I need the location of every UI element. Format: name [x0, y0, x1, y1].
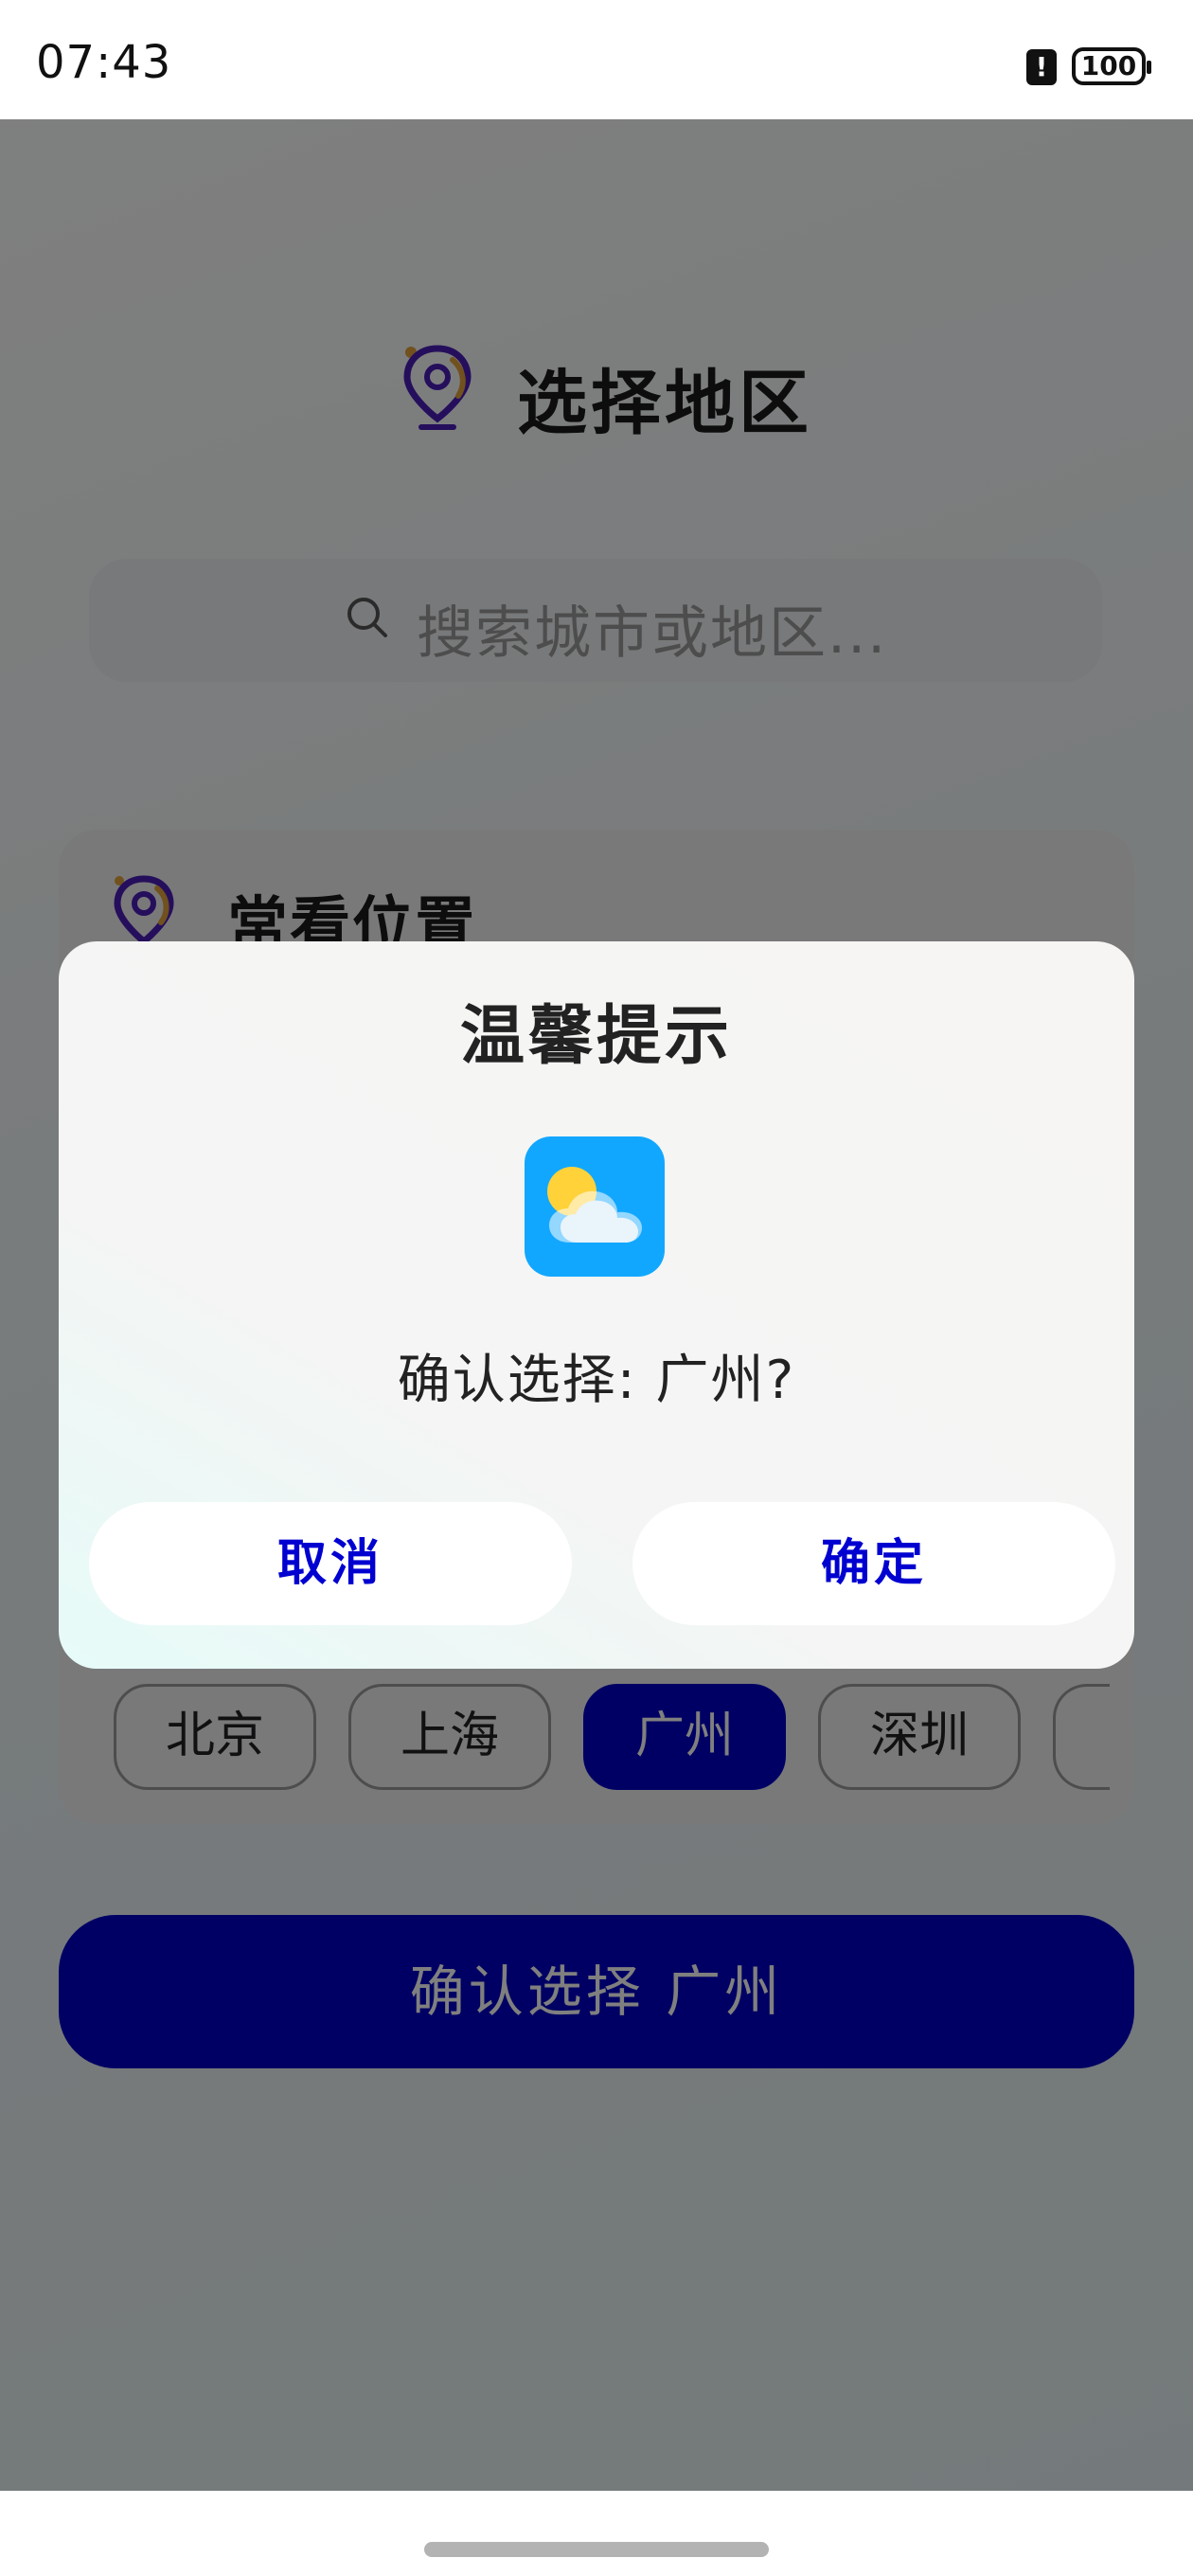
- dialog-message: 确认选择: 广州?: [397, 1350, 796, 1411]
- cancel-button[interactable]: 取消: [89, 1502, 572, 1625]
- weather-app-icon: [525, 1136, 665, 1277]
- navigation-bar: [0, 2491, 1193, 2576]
- battery-icon: 100: [1072, 47, 1151, 85]
- dialog-title: 温馨提示: [459, 999, 733, 1074]
- ok-button[interactable]: 确定: [632, 1502, 1115, 1625]
- confirm-dialog: 温馨提示 确认选择: 广州? 取消 确定: [59, 941, 1134, 1669]
- status-time: 07:43: [36, 36, 172, 89]
- region-select-screen: 07:43 ! 100 选择地区 搜索城市或地区...: [0, 0, 1193, 2576]
- status-bar: 07:43 ! 100: [0, 0, 1193, 119]
- alert-icon: !: [1026, 49, 1057, 85]
- home-indicator[interactable]: [424, 2542, 769, 2557]
